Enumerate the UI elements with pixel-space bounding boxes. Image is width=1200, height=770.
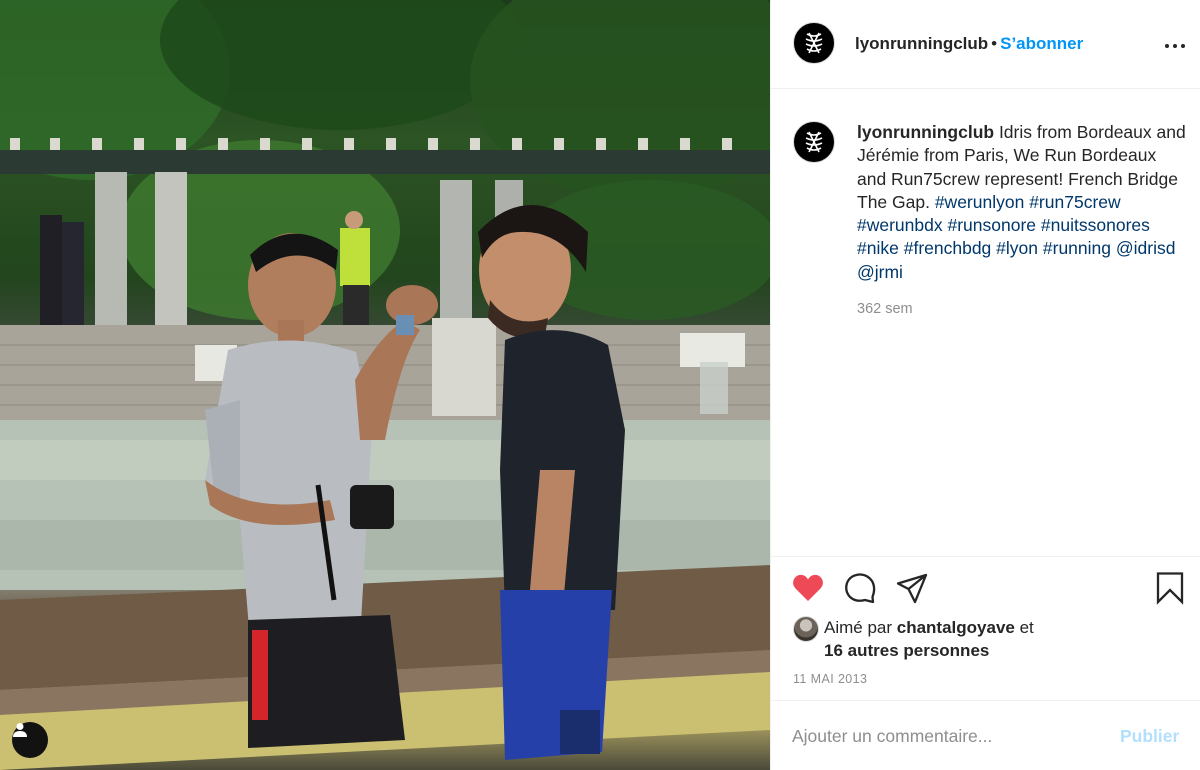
hashtag-link[interactable]: #werunbdx xyxy=(857,215,943,235)
hashtag-link[interactable]: #nuitssonores xyxy=(1041,215,1150,235)
post-caption: lyonrunningclub Idris from Bordeaux and … xyxy=(857,121,1187,284)
photo-scene xyxy=(0,0,770,770)
liker-username[interactable]: chantalgoyave xyxy=(897,618,1015,637)
tagged-users-button[interactable] xyxy=(12,722,48,758)
publish-button[interactable]: Publier xyxy=(1120,726,1179,747)
running-club-logo-icon xyxy=(805,131,823,153)
bookmark-icon[interactable] xyxy=(1153,571,1187,605)
comment-bubble-icon[interactable] xyxy=(843,571,877,605)
post-header: lyonrunningclub • S’abonner xyxy=(771,0,1200,89)
caption-time-ago[interactable]: 362 sem xyxy=(857,301,913,317)
heart-filled-icon[interactable] xyxy=(791,571,825,605)
liker-avatar[interactable] xyxy=(793,616,819,642)
hashtag-link[interactable]: #nike xyxy=(857,238,899,258)
header-username[interactable]: lyonrunningclub xyxy=(855,34,988,53)
likes-line: Aimé par chantalgoyave et xyxy=(824,616,1034,639)
post-date[interactable]: 11 MAI 2013 xyxy=(793,672,867,686)
header-separator: • xyxy=(991,34,998,53)
mention-link[interactable]: @idrisd xyxy=(1116,238,1176,258)
hashtag-link[interactable]: #werunlyon xyxy=(935,192,1025,212)
action-section: Aimé par chantalgoyave et 16 autres pers… xyxy=(771,556,1200,700)
more-horizontal-icon[interactable] xyxy=(1163,34,1187,58)
hashtag-link[interactable]: #runsonore xyxy=(948,215,1037,235)
user-icon xyxy=(13,723,27,737)
paper-plane-icon[interactable] xyxy=(895,571,929,605)
hashtag-link[interactable]: #running xyxy=(1043,238,1111,258)
likes-others-link[interactable]: 16 autres personnes xyxy=(824,639,989,662)
likes-prefix: Aimé par xyxy=(824,618,897,637)
running-club-logo-icon xyxy=(805,32,823,54)
comment-input[interactable] xyxy=(792,721,1102,751)
likes-connector: et xyxy=(1014,618,1034,637)
follow-button[interactable]: S’abonner xyxy=(1000,34,1083,53)
post-photo[interactable] xyxy=(0,0,770,770)
mention-link[interactable]: @jrmi xyxy=(857,262,903,282)
header-avatar[interactable] xyxy=(793,22,835,64)
hashtag-link[interactable]: #lyon xyxy=(996,238,1038,258)
caption-avatar[interactable] xyxy=(793,121,835,163)
header-user-line: lyonrunningclub • S’abonner xyxy=(855,33,1083,55)
hashtag-link[interactable]: #frenchbdg xyxy=(904,238,992,258)
comment-bar: Publier xyxy=(771,700,1200,770)
post-side-panel: lyonrunningclub • S’abonner lyonrunningclu… xyxy=(770,0,1200,770)
hashtag-link[interactable]: #run75crew xyxy=(1029,192,1120,212)
caption-username[interactable]: lyonrunningclub xyxy=(857,122,994,142)
